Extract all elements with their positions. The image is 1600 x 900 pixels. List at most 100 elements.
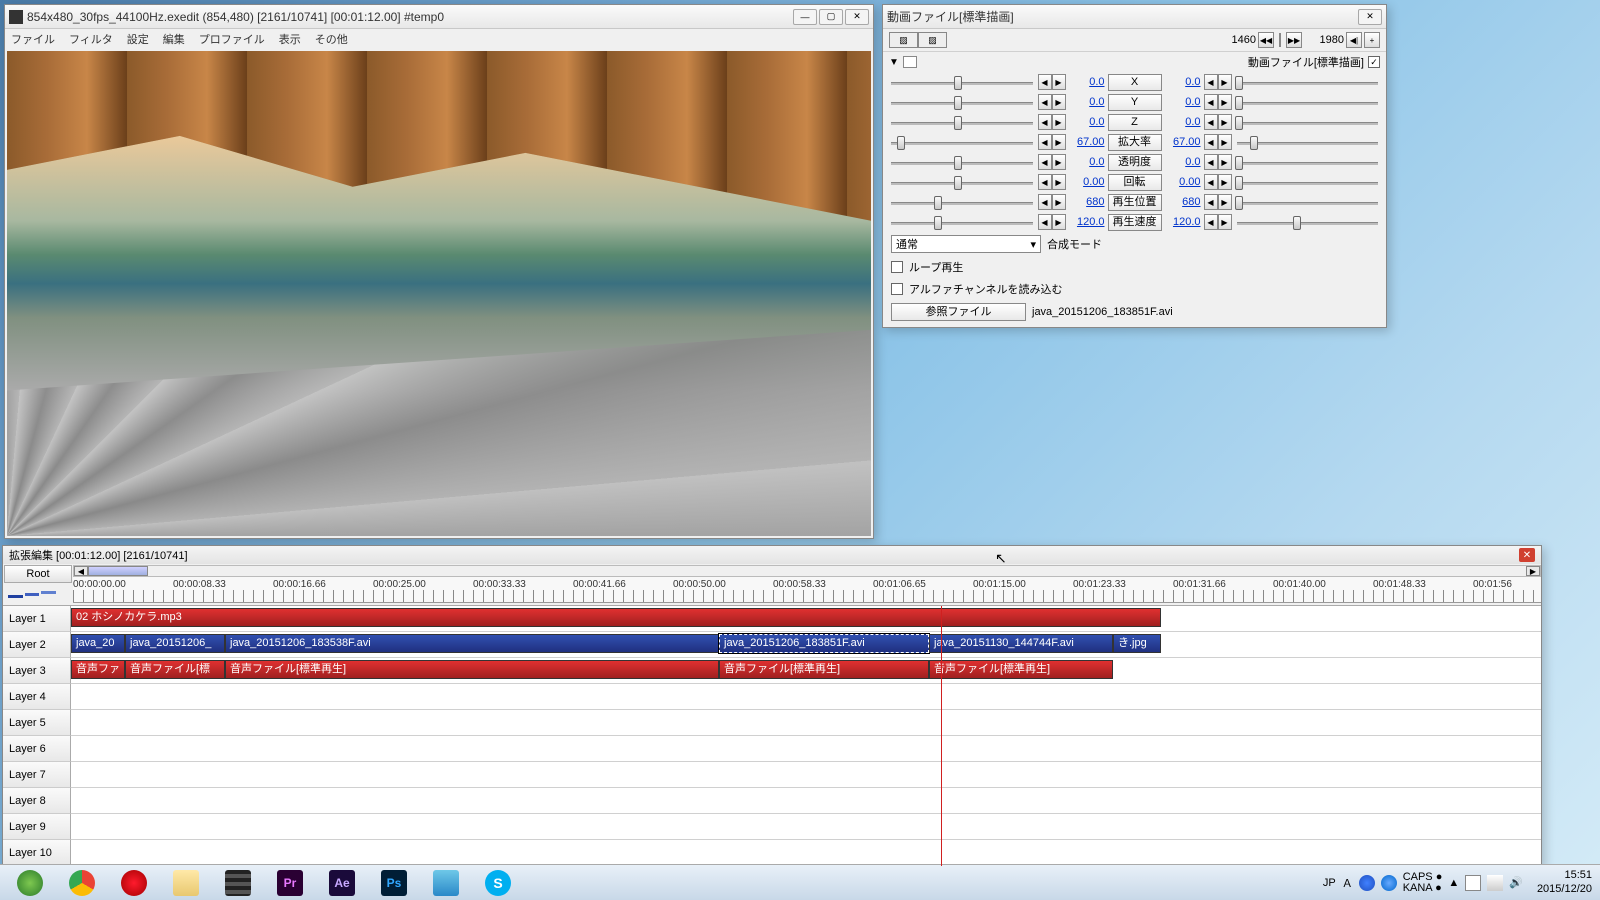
timeline-scrollbar[interactable]: ◀ ▶ [73,565,1541,577]
param-slider-left[interactable] [889,93,1035,111]
taskbar-explorer-icon[interactable] [162,868,210,898]
param-value-left[interactable]: 67.00 [1069,136,1105,148]
timeline-close-button[interactable]: ✕ [1519,548,1535,562]
param-step-right[interactable]: ◀▶ [1204,214,1232,230]
timeline-clip[interactable]: java_20151206_183538F.avi [225,634,719,653]
param-label[interactable]: X [1108,74,1162,91]
param-step-left[interactable]: ◀▶ [1038,174,1066,190]
link-icon[interactable] [903,56,917,68]
tray-ime-icon[interactable]: Ａ [1342,875,1353,891]
play-buttons[interactable]: ▨▨ [889,32,947,48]
param-step-right[interactable]: ◀▶ [1204,74,1232,90]
param-value-left[interactable]: 120.0 [1069,216,1105,228]
taskbar-aviutl-icon[interactable] [214,868,262,898]
timeline-root-button[interactable]: Root [4,565,72,583]
taskbar-skype-icon[interactable]: S [474,868,522,898]
layer-label[interactable]: Layer 8 [3,788,71,814]
param-slider-right[interactable] [1235,113,1381,131]
param-step-left[interactable]: ◀▶ [1038,214,1066,230]
timeline-track[interactable]: 音声ファ音声ファイル[標音声ファイル[標準再生]音声ファイル[標準再生]音声ファ… [71,658,1541,684]
timeline-track[interactable] [71,788,1541,814]
param-value-left[interactable]: 0.0 [1069,156,1105,168]
param-value-right[interactable]: 0.00 [1165,176,1201,188]
param-value-right[interactable]: 0.0 [1165,156,1201,168]
param-step-right[interactable]: ◀▶ [1204,134,1232,150]
tray-clock[interactable]: 15:512015/12/20 [1537,869,1592,895]
param-step-right[interactable]: ◀▶ [1204,94,1232,110]
timeline-track[interactable] [71,762,1541,788]
timeline-ruler[interactable]: 00:00:00.0000:00:08.3300:00:16.6600:00:2… [73,577,1541,603]
param-slider-left[interactable] [889,213,1035,231]
layer-label[interactable]: Layer 6 [3,736,71,762]
blend-mode-dropdown[interactable]: 通常 [891,235,1041,253]
reference-file-button[interactable]: 参照ファイル [891,303,1026,321]
layer-label[interactable]: Layer 2 [3,632,71,658]
timeline-track[interactable]: 02 ホシノカケラ.mp3 [71,606,1541,632]
timeline-track[interactable] [71,814,1541,840]
menu-view[interactable]: 表示 [279,31,301,47]
tray-volume-icon[interactable]: 🔊 [1509,876,1523,889]
taskbar-photoshop-icon[interactable]: Ps [370,868,418,898]
timeline-track[interactable] [71,840,1541,866]
tray-flag-icon[interactable] [1465,875,1481,891]
properties-titlebar[interactable]: 動画ファイル[標準描画] ✕ [883,5,1386,29]
param-slider-left[interactable] [889,193,1035,211]
param-value-left[interactable]: 0.00 [1069,176,1105,188]
param-value-right[interactable]: 0.0 [1165,96,1201,108]
timeline-zoom-icon[interactable] [7,584,57,604]
frame-range-bar[interactable] [1279,33,1281,47]
properties-close-button[interactable]: ✕ [1358,9,1382,25]
taskbar-opera-icon[interactable] [110,868,158,898]
preview-titlebar[interactable]: 854x480_30fps_44100Hz.exedit (854,480) [… [5,5,873,29]
param-value-right[interactable]: 120.0 [1165,216,1201,228]
timeline-track[interactable] [71,736,1541,762]
tray-lang[interactable]: JP [1323,877,1336,889]
preview-viewport[interactable] [7,51,871,536]
param-slider-right[interactable] [1235,93,1381,111]
timeline-titlebar[interactable]: 拡張編集 [00:01:12.00] [2161/10741] ✕ [3,546,1541,564]
param-value-left[interactable]: 0.0 [1069,116,1105,128]
timeline-clip[interactable]: java_20151206_ [125,634,225,653]
timeline-clip[interactable]: 音声ファイル[標 [125,660,225,679]
timeline-clip[interactable]: java_20 [71,634,125,653]
tray-help-icon[interactable] [1381,875,1397,891]
taskbar-app-icon[interactable] [422,868,470,898]
param-label[interactable]: 再生速度 [1108,214,1162,231]
minimize-button[interactable]: — [793,9,817,25]
taskbar-chrome-icon[interactable] [58,868,106,898]
param-value-left[interactable]: 0.0 [1069,76,1105,88]
layer-label[interactable]: Layer 9 [3,814,71,840]
scroll-left-icon[interactable]: ◀ [74,566,88,576]
param-value-left[interactable]: 0.0 [1069,96,1105,108]
close-button[interactable]: ✕ [845,9,869,25]
loop-checkbox[interactable] [891,261,903,273]
param-label[interactable]: 拡大率 [1108,134,1162,151]
param-value-right[interactable]: 680 [1165,196,1201,208]
maximize-button[interactable]: ▢ [819,9,843,25]
menu-other[interactable]: その他 [315,31,348,47]
layer-label[interactable]: Layer 1 [3,606,71,632]
menu-filter[interactable]: フィルタ [69,31,113,47]
param-slider-right[interactable] [1235,193,1381,211]
timeline-clip[interactable]: 音声ファイル[標準再生] [929,660,1113,679]
param-value-right[interactable]: 67.00 [1165,136,1201,148]
param-label[interactable]: 再生位置 [1108,194,1162,211]
start-button[interactable] [6,868,54,898]
frame-start-prev[interactable]: ◀◀ [1258,32,1274,48]
frame-end-value[interactable]: 1980 [1304,34,1344,46]
param-step-right[interactable]: ◀▶ [1204,114,1232,130]
param-step-left[interactable]: ◀▶ [1038,74,1066,90]
param-step-left[interactable]: ◀▶ [1038,114,1066,130]
taskbar-aftereffects-icon[interactable]: Ae [318,868,366,898]
layer-label[interactable]: Layer 10 [3,840,71,866]
param-label[interactable]: 回転 [1108,174,1162,191]
enable-checkbox[interactable]: ✓ [1368,56,1380,68]
param-slider-right[interactable] [1235,73,1381,91]
timeline-clip[interactable]: 音声ファ [71,660,125,679]
param-slider-right[interactable] [1235,213,1381,231]
timeline-clip[interactable]: java_20151206_183851F.avi [719,634,929,653]
timeline-clip[interactable]: 音声ファイル[標準再生] [225,660,719,679]
tray-caps-indicator[interactable]: CAPS ●KANA ● [1403,872,1443,894]
param-step-left[interactable]: ◀▶ [1038,154,1066,170]
param-step-right[interactable]: ◀▶ [1204,174,1232,190]
